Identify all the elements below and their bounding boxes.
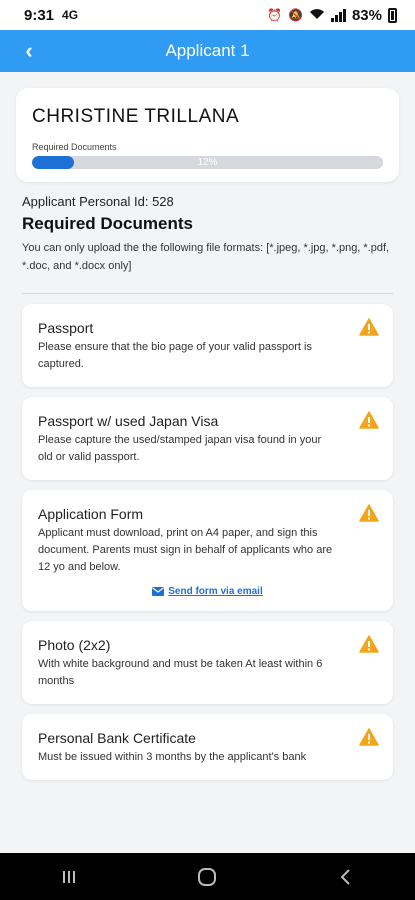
recent-apps-icon xyxy=(63,870,76,883)
warning-icon xyxy=(359,411,379,429)
progress-percent: 12% xyxy=(197,157,218,168)
back-nav-button[interactable] xyxy=(316,857,376,897)
document-title: Passport xyxy=(38,320,94,336)
back-button[interactable]: ‹ xyxy=(14,30,44,72)
alarm-icon: ⏰ xyxy=(267,8,283,22)
home-button[interactable] xyxy=(177,857,237,897)
document-card-passport[interactable]: Passport Please ensure that the bio page… xyxy=(22,304,393,387)
main-content[interactable]: CHRISTINE TRILLANA Required Documents 12… xyxy=(0,72,415,853)
document-description: With white background and must be taken … xyxy=(38,658,323,687)
document-title: Passport w/ used Japan Visa xyxy=(38,413,219,429)
send-form-via-email-link[interactable]: Send form via email xyxy=(38,586,377,597)
mail-icon xyxy=(152,587,165,596)
document-title: Personal Bank Certificate xyxy=(38,730,196,746)
documents-progress-bar: 12% xyxy=(32,156,383,169)
battery-percent: 83% xyxy=(351,6,382,24)
warning-icon xyxy=(359,318,379,336)
warning-icon xyxy=(359,635,379,653)
document-list: Passport Please ensure that the bio page… xyxy=(16,304,399,780)
document-description: Please ensure that the bio page of your … xyxy=(38,341,312,370)
applicant-name: CHRISTINE TRILLANA xyxy=(32,106,240,127)
file-formats-note: You can only upload the the following fi… xyxy=(22,242,390,272)
wifi-icon xyxy=(309,8,325,23)
status-right: ⏰ 🔕 83% xyxy=(267,7,397,24)
home-icon xyxy=(198,867,217,886)
document-card-passport-japan-visa[interactable]: Passport w/ used Japan Visa Please captu… xyxy=(22,397,393,480)
battery-icon xyxy=(388,7,397,23)
warning-icon xyxy=(359,728,379,746)
progress-label: Required Documents xyxy=(32,142,117,152)
recent-apps-button[interactable] xyxy=(39,857,99,897)
document-title: Application Form xyxy=(38,506,144,522)
status-time: 9:31 xyxy=(24,6,55,24)
app-bar: ‹ Applicant 1 xyxy=(0,30,415,72)
warning-icon xyxy=(359,504,379,522)
applicant-card: CHRISTINE TRILLANA Required Documents 12… xyxy=(16,88,399,182)
page-title: Applicant 1 xyxy=(165,41,250,60)
document-card-application-form[interactable]: Application Form Applicant must download… xyxy=(22,490,393,611)
status-left: 9:31 4G xyxy=(24,7,78,24)
status-bar: 9:31 4G ⏰ 🔕 83% xyxy=(0,0,415,30)
section-title: Required Documents xyxy=(22,214,193,233)
system-nav-bar xyxy=(0,853,415,900)
network-type-icon: 4G xyxy=(62,8,79,22)
document-description: Please capture the used/stamped japan vi… xyxy=(38,434,322,463)
document-description: Must be issued within 3 months by the ap… xyxy=(38,751,307,763)
document-title: Photo (2x2) xyxy=(38,637,111,653)
signal-icon xyxy=(330,8,346,22)
chevron-left-icon: ‹ xyxy=(25,38,33,63)
document-description: Applicant must download, print on A4 pap… xyxy=(38,527,333,573)
applicant-personal-id: Applicant Personal Id: 528 xyxy=(22,194,174,209)
divider xyxy=(22,293,393,294)
applicant-info: Applicant Personal Id: 528 Required Docu… xyxy=(16,182,399,275)
send-form-via-email-label: Send form via email xyxy=(168,586,263,597)
document-card-bank-certificate[interactable]: Personal Bank Certificate Must be issued… xyxy=(22,714,393,780)
mute-icon: 🔕 xyxy=(288,8,303,22)
back-icon xyxy=(340,868,350,885)
document-card-photo[interactable]: Photo (2x2) With white background and mu… xyxy=(22,621,393,704)
